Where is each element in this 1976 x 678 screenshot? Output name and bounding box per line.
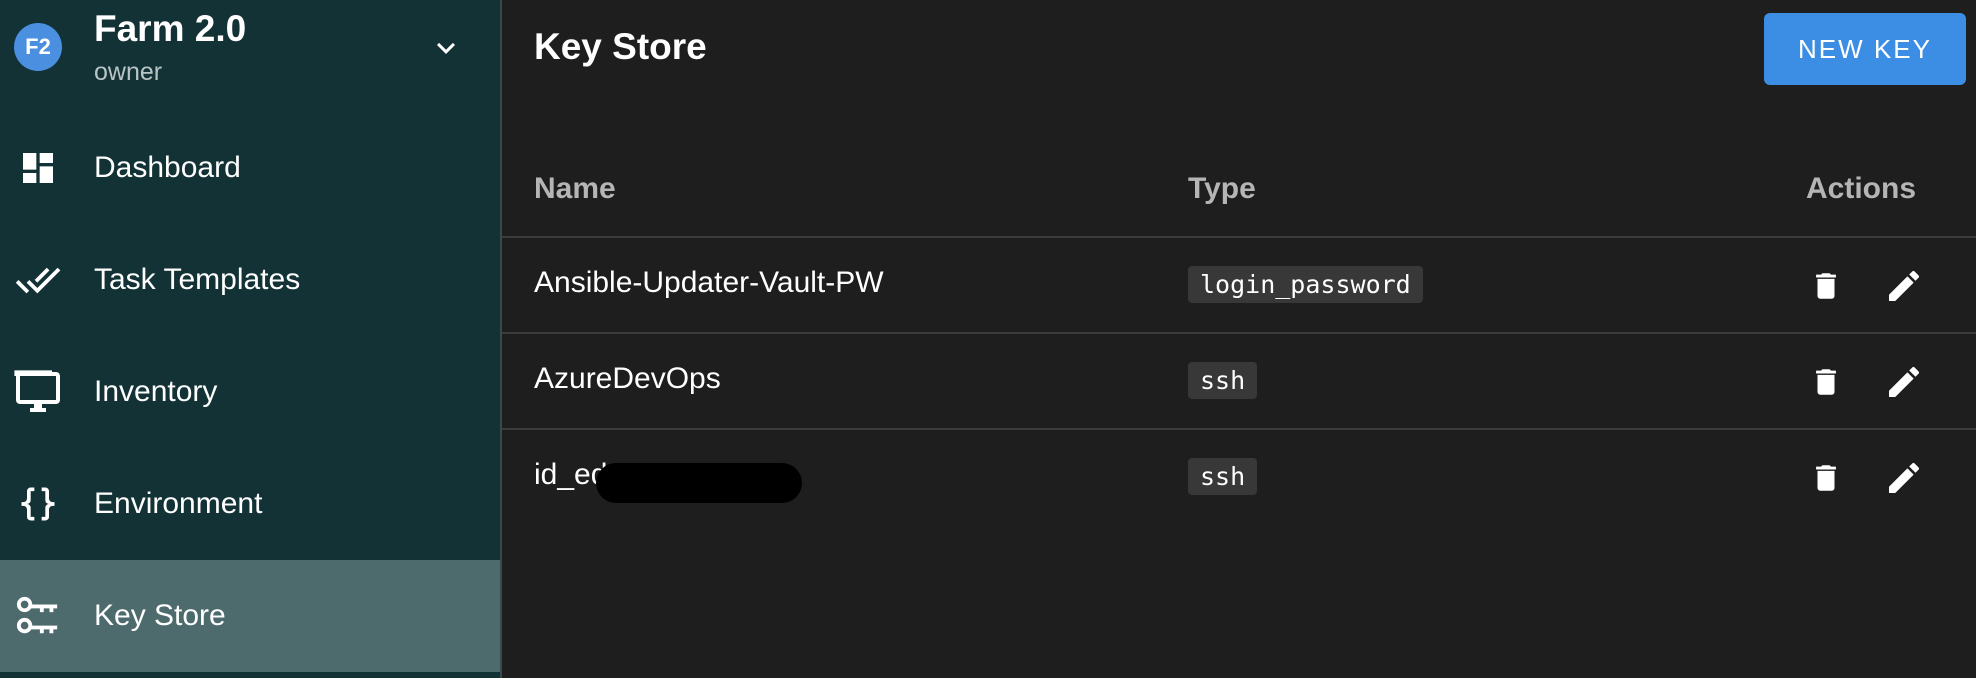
- sidebar-item-inventory[interactable]: Inventory: [0, 336, 500, 448]
- table-header: Name Type Actions: [502, 142, 1976, 238]
- sidebar-item-dashboard[interactable]: Dashboard: [0, 112, 500, 224]
- project-role: owner: [94, 58, 163, 86]
- project-switcher[interactable]: F2 Farm 2.0 owner: [0, 0, 500, 100]
- project-name: Farm 2.0: [94, 8, 247, 49]
- page-title: Key Store: [534, 26, 707, 67]
- edit-icon[interactable]: [1882, 360, 1926, 404]
- column-header-name: Name: [534, 172, 616, 205]
- done-all-icon: [14, 256, 62, 304]
- delete-icon[interactable]: [1804, 264, 1848, 308]
- column-header-type: Type: [1188, 172, 1256, 205]
- key-type-chip: ssh: [1188, 362, 1258, 399]
- project-avatar: F2: [14, 23, 62, 71]
- column-header-actions: Actions: [1806, 172, 1917, 205]
- new-key-button[interactable]: NEW KEY: [1764, 13, 1966, 85]
- key-type-chip: login_password: [1188, 266, 1423, 303]
- key-type-chip: ssh: [1188, 458, 1258, 495]
- sidebar-item-label: Environment: [94, 487, 263, 520]
- table-row: Ansible-Updater-Vault-PW login_password: [502, 238, 1976, 334]
- sidebar-item-task-templates[interactable]: Task Templates: [0, 224, 500, 336]
- key-icon: [14, 592, 62, 640]
- sidebar-item-key-store[interactable]: Key Store: [0, 560, 500, 672]
- edit-icon[interactable]: [1882, 456, 1926, 500]
- monitor-icon: [14, 368, 62, 416]
- redaction-mark: [596, 463, 802, 503]
- sidebar-item-label: Inventory: [94, 375, 218, 408]
- code-braces-icon: [14, 480, 62, 528]
- key-name: AzureDevOps: [534, 362, 721, 395]
- sidebar-item-label: Dashboard: [94, 151, 241, 184]
- delete-icon[interactable]: [1804, 360, 1848, 404]
- sidebar-item-label: Key Store: [94, 599, 226, 632]
- edit-icon[interactable]: [1882, 264, 1926, 308]
- dashboard-icon: [14, 144, 62, 192]
- chevron-down-icon[interactable]: [428, 30, 464, 66]
- sidebar-item-environment[interactable]: Environment: [0, 448, 500, 560]
- delete-icon[interactable]: [1804, 456, 1848, 500]
- main-content: Key Store NEW KEY Name Type Actions Ansi…: [502, 0, 1976, 678]
- sidebar-item-label: Task Templates: [94, 263, 301, 296]
- key-name: Ansible-Updater-Vault-PW: [534, 266, 884, 299]
- table-row: AzureDevOps ssh: [502, 334, 1976, 430]
- sidebar: F2 Farm 2.0 owner Dashboard Task Templat…: [0, 0, 502, 678]
